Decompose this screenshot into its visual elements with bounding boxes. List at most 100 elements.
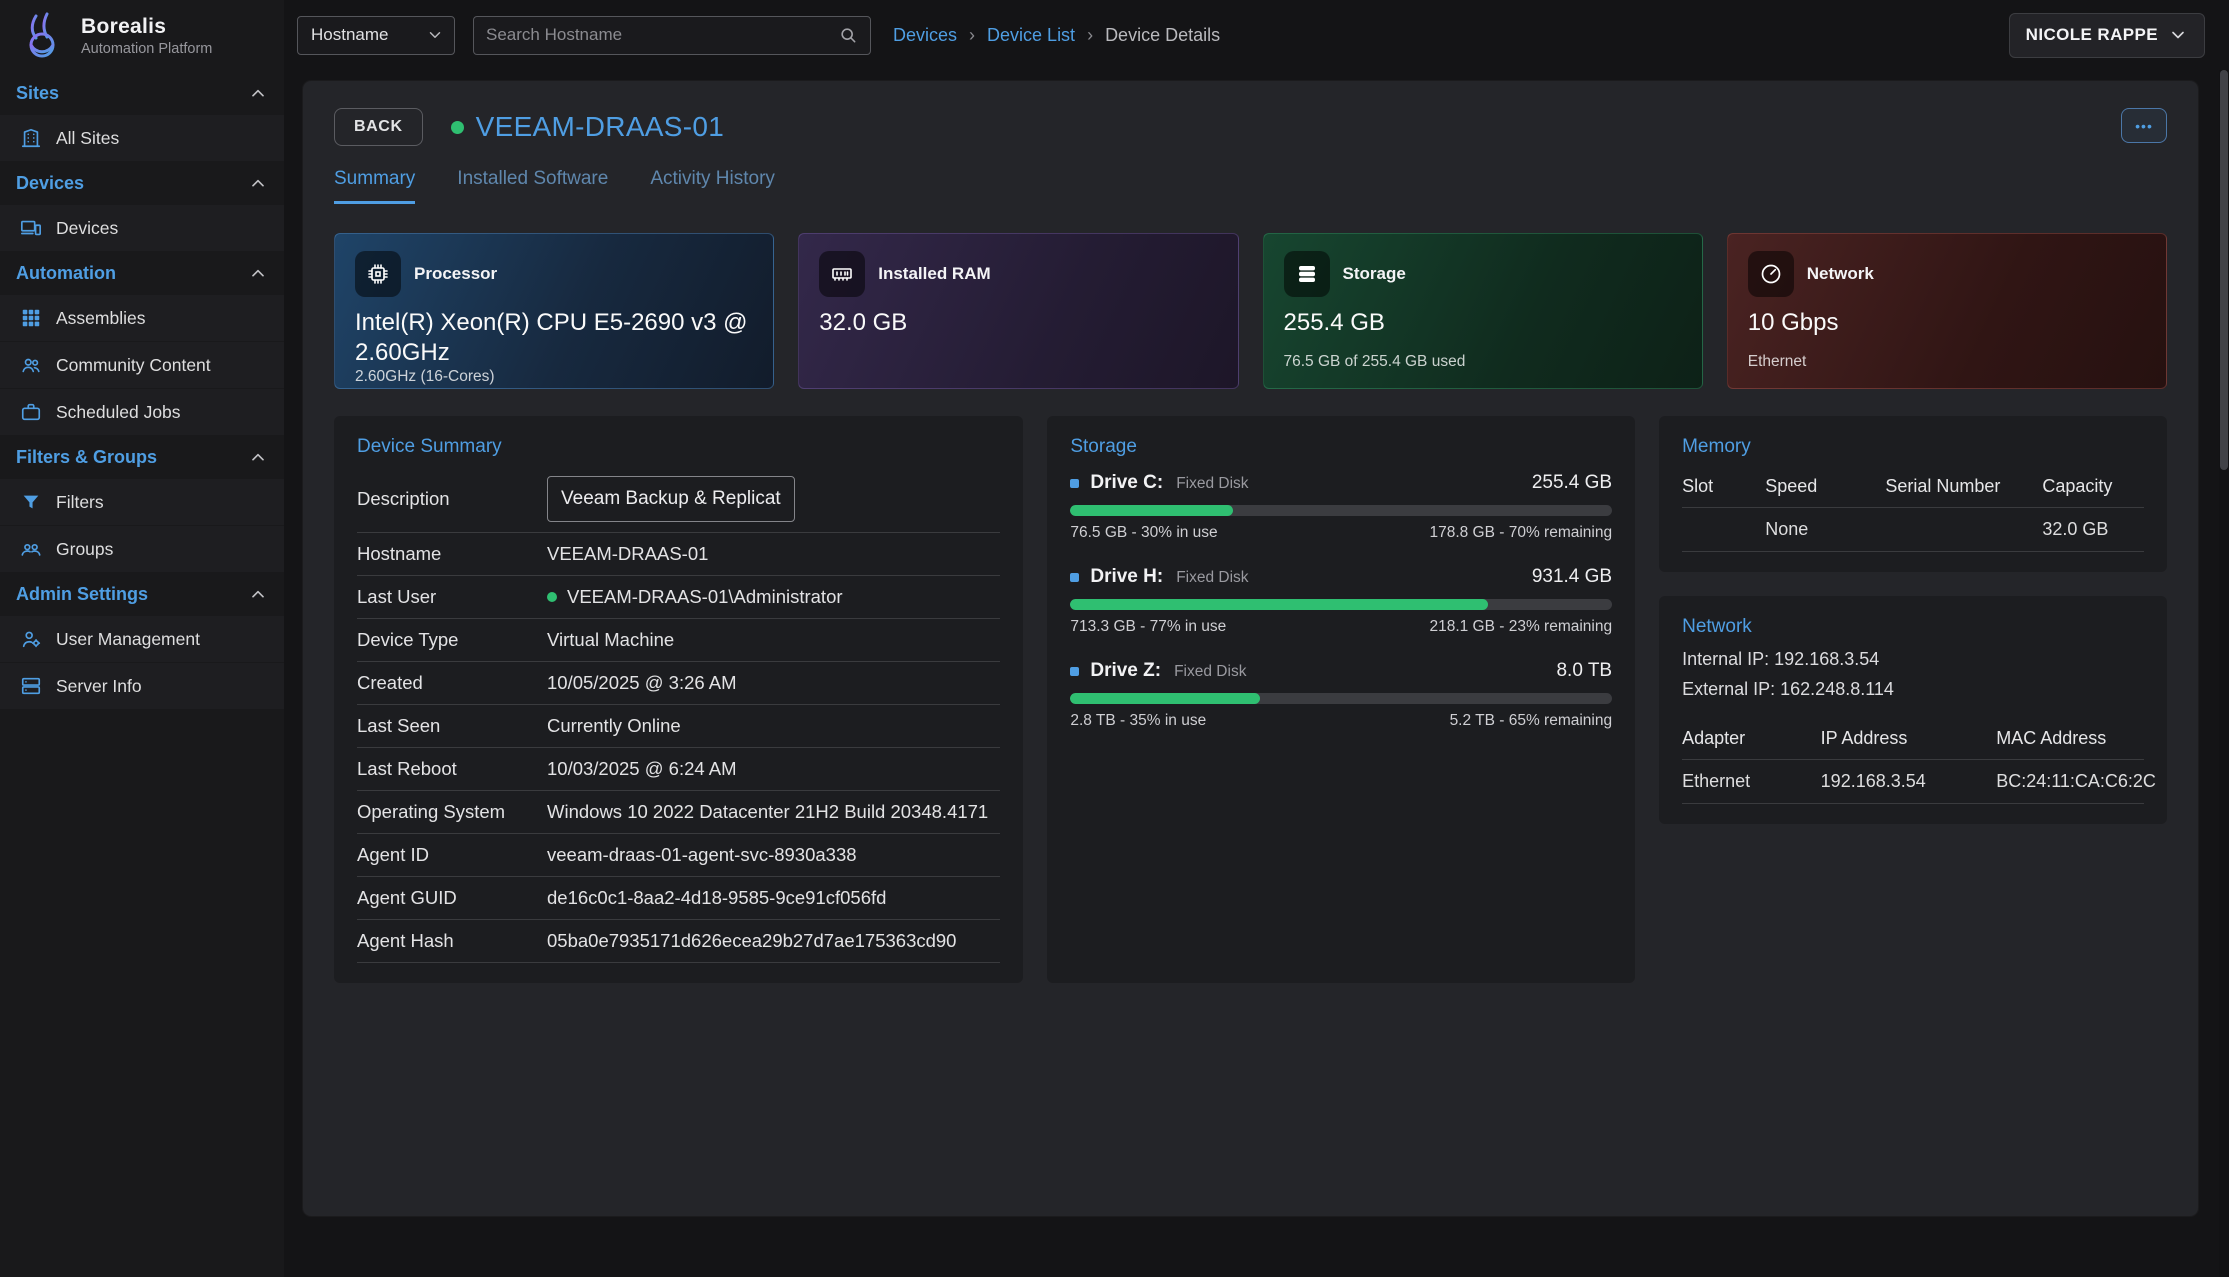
summary-row-last-reboot: Last Reboot 10/03/2025 @ 6:24 AM — [357, 748, 1000, 791]
device-details-panel: BACK VEEAM-DRAAS-01 ••• Summary Installe… — [303, 81, 2198, 1216]
tab-summary[interactable]: Summary — [334, 168, 415, 204]
sidebar-item-label: Groups — [56, 539, 113, 560]
brand: Borealis Automation Platform — [0, 0, 284, 72]
panel-title: Device Summary — [357, 436, 1000, 458]
sidebar-item-filters[interactable]: Filters — [0, 479, 284, 526]
user-gear-icon — [20, 628, 42, 650]
online-status-dot — [451, 121, 464, 134]
drive-usage-bar-fill — [1070, 599, 1487, 610]
stat-card-network: Network 10 Gbps Ethernet — [1727, 233, 2167, 389]
hostname-search-input[interactable] — [486, 25, 838, 45]
building-icon — [20, 127, 42, 149]
sidebar-section-devices[interactable]: Devices — [0, 162, 284, 205]
tab-activity-history[interactable]: Activity History — [650, 168, 775, 204]
breadcrumb-devices[interactable]: Devices — [893, 25, 957, 46]
summary-row-last-seen: Last Seen Currently Online — [357, 705, 1000, 748]
internal-ip: Internal IP: 192.168.3.54 — [1682, 646, 2144, 672]
chevron-up-icon — [248, 264, 268, 284]
brand-name: Borealis — [81, 15, 212, 39]
sidebar-item-devices[interactable]: Devices — [0, 205, 284, 252]
breadcrumb: Devices › Device List › Device Details — [893, 25, 1220, 46]
summary-row-agent-hash: Agent Hash 05ba0e7935171d626ecea29b27d7a… — [357, 920, 1000, 963]
chevron-up-icon — [248, 585, 268, 605]
search-icon[interactable] — [838, 25, 858, 45]
drive-usage-bar — [1070, 599, 1612, 610]
panel-title: Storage — [1070, 436, 1612, 458]
summary-row-agent-guid: Agent GUID de16c0c1-8aa2-4d18-9585-9ce91… — [357, 877, 1000, 920]
summary-row-created: Created 10/05/2025 @ 3:26 AM — [357, 662, 1000, 705]
drive-bullet-icon — [1070, 573, 1079, 582]
stat-card-value: 255.4 GB — [1284, 308, 1682, 338]
sidebar-item-all-sites[interactable]: All Sites — [0, 115, 284, 162]
user-menu-button[interactable]: NICOLE RAPPE — [2009, 13, 2205, 58]
sidebar-section-admin-settings[interactable]: Admin Settings — [0, 573, 284, 616]
device-summary-panel: Device Summary Description Hostname VEEA… — [334, 416, 1023, 983]
sidebar-item-server-info[interactable]: Server Info — [0, 663, 284, 710]
drive-usage-bar-fill — [1070, 505, 1233, 516]
sidebar-item-label: Assemblies — [56, 308, 145, 329]
online-dot — [547, 592, 557, 602]
detail-columns: Device Summary Description Hostname VEEA… — [334, 416, 2167, 983]
stat-card-footer: 2.60GHz (16-Cores) — [355, 368, 753, 386]
sidebar-section-automation[interactable]: Automation — [0, 252, 284, 295]
sidebar-item-label: User Management — [56, 629, 200, 650]
device-header: BACK VEEAM-DRAAS-01 ••• — [334, 108, 2167, 146]
breadcrumb-device-list[interactable]: Device List — [987, 25, 1075, 46]
sidebar-item-user-management[interactable]: User Management — [0, 616, 284, 663]
cpu-icon — [355, 251, 401, 297]
back-button[interactable]: BACK — [334, 108, 423, 146]
sidebar: Borealis Automation Platform Sites All S… — [0, 0, 284, 1277]
sidebar-item-label: Community Content — [56, 355, 211, 376]
devices-icon — [20, 217, 42, 239]
sidebar-item-label: Devices — [56, 218, 118, 239]
drive-row-c: Drive C: Fixed Disk 255.4 GB 76.5 GB - 3… — [1070, 472, 1612, 542]
sidebar-item-assemblies[interactable]: Assemblies — [0, 295, 284, 342]
stat-card-value: 32.0 GB — [819, 308, 1217, 338]
briefcase-icon — [20, 401, 42, 423]
summary-row-operating-system: Operating System Windows 10 2022 Datacen… — [357, 791, 1000, 834]
sidebar-section-sites[interactable]: Sites — [0, 72, 284, 115]
hostname-filter-label: Hostname — [311, 25, 388, 45]
sidebar-section-label: Sites — [16, 83, 59, 104]
stat-card-footer: Ethernet — [1748, 353, 2146, 371]
breadcrumb-separator: › — [1087, 25, 1093, 46]
scrollbar[interactable] — [2219, 70, 2229, 1277]
breadcrumb-separator: › — [969, 25, 975, 46]
stat-card-label: Network — [1807, 264, 1874, 284]
network-table-header: Adapter IP Address MAC Address — [1682, 718, 2144, 760]
scrollbar-thumb[interactable] — [2220, 70, 2228, 470]
panel-title: Memory — [1682, 436, 2144, 458]
network-table-row: Ethernet 192.168.3.54 BC:24:11:CA:C6:2C — [1682, 760, 2144, 804]
hostname-filter-select[interactable]: Hostname — [297, 16, 455, 55]
drive-usage-bar — [1070, 693, 1612, 704]
sidebar-item-scheduled-jobs[interactable]: Scheduled Jobs — [0, 389, 284, 436]
summary-row-last-user: Last User VEEAM-DRAAS-01\Administrator — [357, 576, 1000, 619]
stat-cards: Processor Intel(R) Xeon(R) CPU E5-2690 v… — [334, 233, 2167, 389]
breadcrumb-device-details: Device Details — [1105, 25, 1220, 46]
drive-row-h: Drive H: Fixed Disk 931.4 GB 713.3 GB - … — [1070, 566, 1612, 636]
more-options-button[interactable]: ••• — [2121, 108, 2167, 143]
summary-row-device-type: Device Type Virtual Machine — [357, 619, 1000, 662]
description-input[interactable] — [547, 476, 795, 522]
storage-icon — [1284, 251, 1330, 297]
borealis-logo-icon — [16, 10, 68, 62]
tab-installed-software[interactable]: Installed Software — [457, 168, 608, 204]
drive-usage-bar-fill — [1070, 693, 1260, 704]
sidebar-item-label: All Sites — [56, 128, 119, 149]
sidebar-item-community-content[interactable]: Community Content — [0, 342, 284, 389]
chevron-down-icon — [426, 26, 444, 44]
sidebar-item-groups[interactable]: Groups — [0, 526, 284, 573]
drive-bullet-icon — [1070, 479, 1079, 488]
server-icon — [20, 675, 42, 697]
sidebar-section-label: Filters & Groups — [16, 447, 157, 468]
hostname-search — [473, 16, 871, 55]
topbar: Hostname Devices › Device List › Device … — [284, 0, 2229, 70]
sidebar-section-filters-groups[interactable]: Filters & Groups — [0, 436, 284, 479]
chevron-up-icon — [248, 84, 268, 104]
grid-icon — [20, 307, 42, 329]
chevron-up-icon — [248, 448, 268, 468]
stat-card-installed-ram: Installed RAM 32.0 GB — [798, 233, 1238, 389]
drive-usage-bar — [1070, 505, 1612, 516]
stat-card-label: Processor — [414, 264, 497, 284]
network-panel: Network Internal IP: 192.168.3.54 Extern… — [1659, 596, 2167, 824]
